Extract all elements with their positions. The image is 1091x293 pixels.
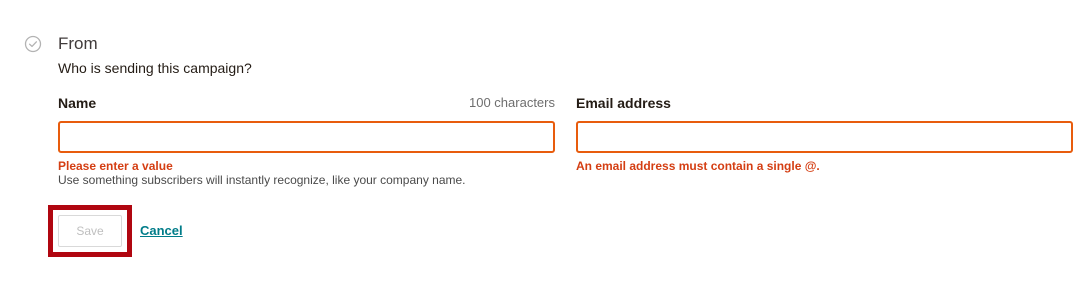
name-label: Name bbox=[58, 95, 97, 111]
email-error-message: An email address must contain a single @… bbox=[576, 159, 820, 173]
section-title: From bbox=[58, 34, 98, 53]
name-help-text: Use something subscribers will instantly… bbox=[58, 173, 466, 187]
name-error-message: Please enter a value bbox=[58, 159, 173, 173]
name-input[interactable] bbox=[58, 121, 555, 153]
check-circle-icon bbox=[24, 35, 42, 53]
cancel-link[interactable]: Cancel bbox=[140, 223, 183, 239]
save-button[interactable]: Save bbox=[58, 215, 122, 247]
email-label: Email address bbox=[576, 95, 671, 111]
name-char-count: 100 characters bbox=[469, 95, 555, 110]
from-section: From Who is sending this campaign? Name … bbox=[0, 0, 1091, 293]
email-input[interactable] bbox=[576, 121, 1073, 153]
section-subtitle: Who is sending this campaign? bbox=[58, 60, 252, 76]
